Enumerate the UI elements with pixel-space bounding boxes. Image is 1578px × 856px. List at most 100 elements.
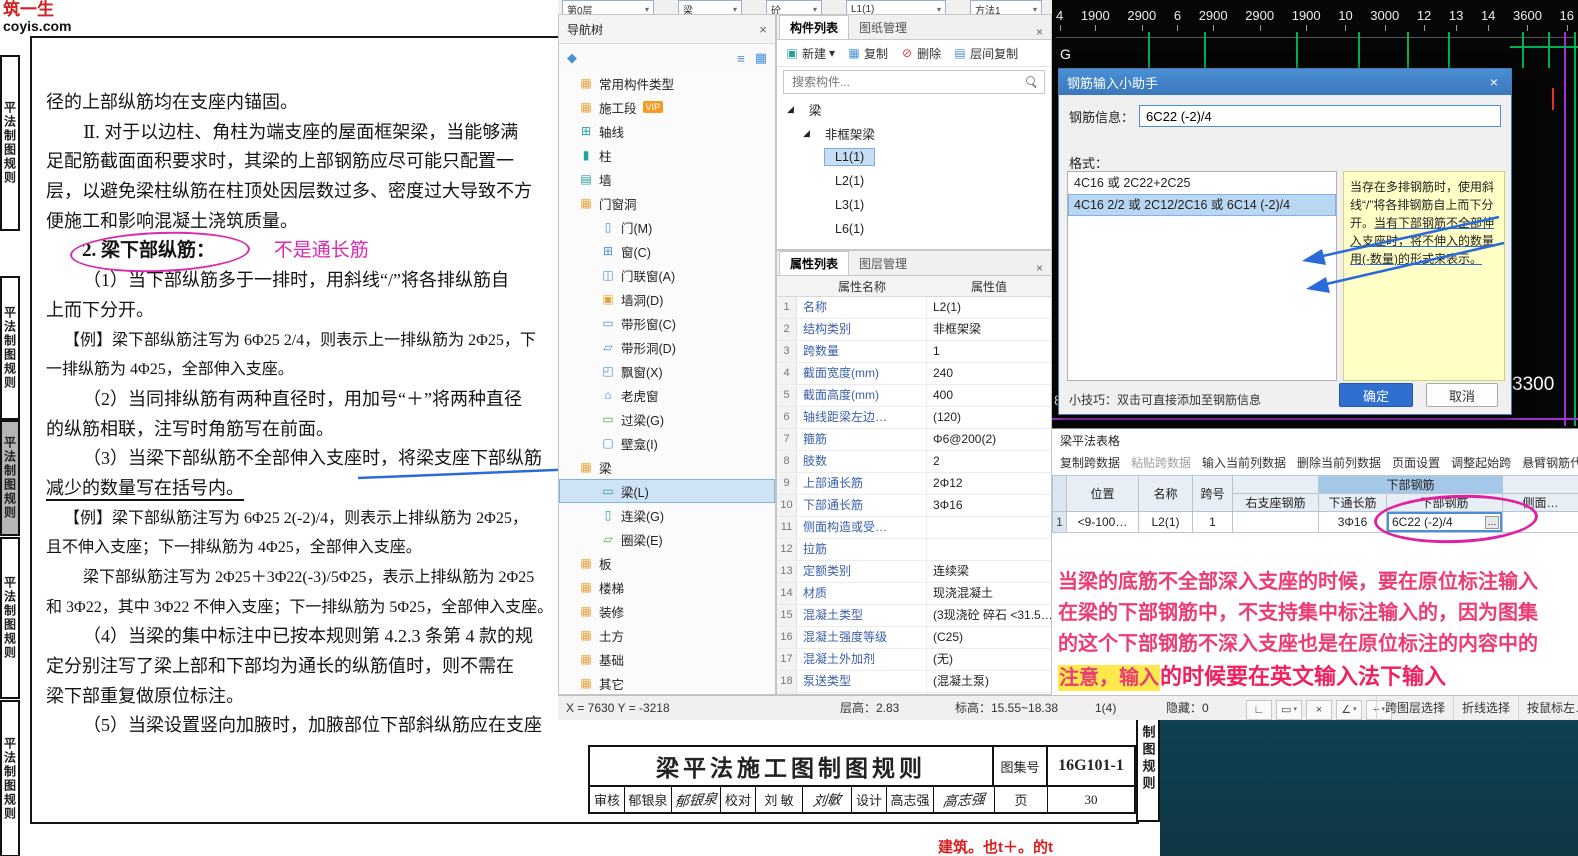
doc-side-tab[interactable]: 平法制图规则 bbox=[0, 420, 20, 536]
property-value[interactable]: (3现浇砼 碎石 <31.5… bbox=[927, 605, 1051, 626]
selection-mode-button[interactable]: 按鼠标左… bbox=[1518, 696, 1578, 720]
nav-tree-item[interactable]: ▱ 带形洞(D) bbox=[559, 335, 775, 359]
component-tree-item[interactable]: ◢ 梁 bbox=[777, 97, 1051, 121]
nav-tree-item[interactable]: ▢ 壁龛(I) bbox=[559, 431, 775, 455]
nav-tree-item[interactable]: ▤ 墙 bbox=[559, 167, 775, 191]
nav-tree-item[interactable]: ▦ 装修 bbox=[559, 599, 775, 623]
nav-tree-item[interactable]: ▦ 常用构件类型 bbox=[559, 71, 775, 95]
component-toolbar-button[interactable]: ⊘ 删除 bbox=[900, 45, 941, 62]
nav-tree-item[interactable]: ▯ 连梁(G) bbox=[559, 503, 775, 527]
doc-side-tab[interactable]: 平法制图规则 bbox=[0, 700, 20, 856]
close-icon[interactable]: × bbox=[759, 22, 767, 37]
nav-tree-item[interactable]: ▯ 门(M) bbox=[559, 215, 775, 239]
property-value[interactable]: (无) bbox=[927, 649, 1051, 670]
expand-triangle-icon[interactable]: ◢ bbox=[787, 104, 794, 115]
status-icon-button[interactable]: ▭ ▾ bbox=[1276, 699, 1302, 720]
tab-drawing-management[interactable]: 图纸管理 bbox=[849, 16, 917, 39]
nav-tree-item[interactable]: ▦ 门窗洞 bbox=[559, 191, 775, 215]
cell-bottom-rebar-editing[interactable]: 6C22 (-2)/4 … bbox=[1387, 512, 1502, 532]
cell-span[interactable]: 1 bbox=[1192, 511, 1233, 533]
property-value[interactable] bbox=[927, 539, 1051, 560]
tab-property-list[interactable]: 属性列表 bbox=[779, 251, 850, 275]
cell-position[interactable]: <9-100… bbox=[1066, 511, 1139, 533]
component-tree-item[interactable]: L3(1) bbox=[777, 193, 1051, 217]
nav-tree-item[interactable]: ▭ 带形窗(C) bbox=[559, 311, 775, 335]
cell-side[interactable] bbox=[1502, 511, 1578, 533]
property-value[interactable] bbox=[927, 517, 1051, 538]
nav-tree-item[interactable]: ⊞ 窗(C) bbox=[559, 239, 775, 263]
status-icon-button[interactable]: ∠ ▾ bbox=[1336, 699, 1362, 720]
status-icon-button[interactable]: × bbox=[1306, 699, 1332, 720]
component-toolbar-button[interactable]: ▦ 复制 bbox=[847, 45, 888, 62]
search-input[interactable] bbox=[790, 74, 1026, 90]
property-value[interactable]: (120) bbox=[927, 407, 1051, 428]
nav-tree-item[interactable]: ▭ 梁(L) bbox=[559, 479, 775, 503]
nav-tree-item[interactable]: ▦ 土方 bbox=[559, 623, 775, 647]
nav-tree-item[interactable]: ⊞ 轴线 bbox=[559, 119, 775, 143]
component-toolbar-button[interactable]: ▤ 层间复制 bbox=[953, 45, 1018, 62]
nav-tree-item[interactable]: ▮ 柱 bbox=[559, 143, 775, 167]
nav-tree-item[interactable]: ▦ 梁 bbox=[559, 455, 775, 479]
ok-button[interactable]: 确定 bbox=[1339, 383, 1413, 407]
nav-tree-item[interactable]: ▦ 施工段 VIP bbox=[559, 95, 775, 119]
cell-right-support[interactable] bbox=[1232, 511, 1319, 533]
property-value[interactable]: 3Φ16 bbox=[927, 495, 1051, 516]
nav-tree-item[interactable]: ▦ 楼梯 bbox=[559, 575, 775, 599]
format-option[interactable]: 4C16 2/2 或 2C12/2C16 或 6C14 (-2)/4 bbox=[1068, 194, 1336, 216]
nav-tree-item[interactable]: ◰ 飘窗(X) bbox=[559, 359, 775, 383]
topbar-dropdown[interactable]: 第0层 ▾ bbox=[562, 0, 654, 14]
property-value[interactable]: 现浇混凝土 bbox=[927, 583, 1051, 604]
doc-side-tab[interactable]: 平法制图规则 bbox=[0, 537, 20, 699]
beam-toolbar-button[interactable]: 复制跨数据 bbox=[1060, 454, 1120, 471]
property-value[interactable]: 400 bbox=[927, 385, 1051, 406]
rebar-info-input[interactable] bbox=[1139, 105, 1501, 127]
component-tree-item[interactable]: L1(1) bbox=[777, 145, 1051, 169]
close-icon[interactable]: × bbox=[1028, 261, 1051, 275]
property-value[interactable]: Φ6@200(2) bbox=[927, 429, 1051, 450]
topbar-dropdown[interactable]: 砼 ▾ bbox=[766, 0, 822, 14]
component-toolbar-button[interactable]: ▣ 新建 ▾ bbox=[785, 45, 835, 62]
format-option[interactable]: 4C16 或 2C22+2C25 bbox=[1068, 172, 1336, 194]
tab-layer-management[interactable]: 图层管理 bbox=[849, 252, 917, 275]
property-value[interactable]: 连续梁 bbox=[927, 561, 1051, 582]
tab-component-list[interactable]: 构件列表 bbox=[779, 15, 850, 39]
grid-view-icon[interactable]: ▦ bbox=[755, 50, 767, 66]
beam-toolbar-button[interactable]: 调整起始跨 bbox=[1451, 454, 1511, 471]
property-value[interactable]: 1 bbox=[927, 341, 1051, 362]
nav-tree-item[interactable]: ◫ 门联窗(A) bbox=[559, 263, 775, 287]
property-value[interactable]: 2Φ12 bbox=[927, 473, 1051, 494]
component-tree-item[interactable]: ◢ 非框架梁 bbox=[777, 121, 1051, 145]
nav-tree-item[interactable]: ▱ 圈梁(E) bbox=[559, 527, 775, 551]
beam-toolbar-button[interactable]: 删除当前列数据 bbox=[1297, 454, 1381, 471]
cad-drawing-area[interactable]: 4 1900 2900 6 2900 2900 1900 10 3000 12 13 14 3600 16… bbox=[1052, 0, 1578, 428]
nav-tree-item[interactable]: ▦ 板 bbox=[559, 551, 775, 575]
nav-tree-item[interactable]: ▭ 过梁(G) bbox=[559, 407, 775, 431]
component-tree-item[interactable]: L2(1) bbox=[777, 169, 1051, 193]
topbar-dropdown[interactable]: L1(1) ▾ bbox=[846, 0, 946, 14]
close-icon[interactable]: × bbox=[1028, 25, 1051, 39]
nav-tree-item[interactable]: ▦ 其它 bbox=[559, 671, 775, 694]
nav-tree-item[interactable]: ▦ 基础 bbox=[559, 647, 775, 671]
selection-mode-button[interactable]: 折线选择 bbox=[1453, 696, 1518, 720]
cell-bottom-through[interactable]: 3Φ16 bbox=[1318, 511, 1387, 533]
close-icon[interactable]: × bbox=[1485, 74, 1503, 90]
component-tree-item[interactable]: L6(1) bbox=[777, 217, 1051, 241]
ellipsis-button[interactable]: … bbox=[1485, 515, 1500, 529]
property-value[interactable]: 非框架梁 bbox=[927, 319, 1051, 340]
selection-mode-button[interactable]: 跨图层选择 bbox=[1376, 696, 1453, 720]
property-value[interactable]: 2 bbox=[927, 451, 1051, 472]
topbar-dropdown[interactable]: 方法1 ▾ bbox=[970, 0, 1042, 14]
cell-name[interactable]: L2(1) bbox=[1138, 511, 1193, 533]
doc-side-tab[interactable]: 平法制图规则 bbox=[0, 55, 20, 231]
property-value[interactable]: (C25) bbox=[927, 627, 1051, 648]
beam-toolbar-button[interactable]: 粘贴跨数据 bbox=[1131, 454, 1191, 471]
locate-icon[interactable]: ◆ bbox=[567, 50, 577, 66]
topbar-dropdown[interactable]: 梁 ▾ bbox=[678, 0, 742, 14]
beam-toolbar-button[interactable]: 输入当前列数据 bbox=[1202, 454, 1286, 471]
property-value[interactable]: 240 bbox=[927, 363, 1051, 384]
status-icon-button[interactable]: ∟ bbox=[1246, 699, 1272, 720]
doc-side-tab[interactable]: 平法制图规则 bbox=[0, 276, 20, 420]
property-value[interactable]: (混凝土泵) bbox=[927, 671, 1051, 692]
component-search[interactable] bbox=[783, 70, 1045, 94]
property-value[interactable]: L2(1) bbox=[927, 297, 1051, 318]
